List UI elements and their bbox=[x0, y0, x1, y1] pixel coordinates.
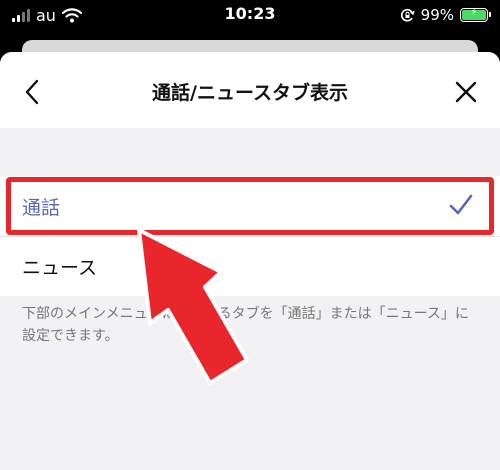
description-text: 下部のメインメニューに表示するタブを「通話」または「ニュース」に設定できます。 bbox=[22, 306, 469, 344]
status-bar: au 10:23 99% ⚡ bbox=[0, 0, 500, 40]
close-icon bbox=[455, 81, 477, 103]
sheet-header: 通話/ニュースタブ表示 bbox=[0, 52, 500, 128]
battery-percent: 99% bbox=[420, 6, 454, 24]
page-title: 通話/ニュースタブ表示 bbox=[152, 82, 348, 104]
settings-sheet: 通話/ニュースタブ表示 通話 ニュース 下部のメインメニューに表示するタブを「通… bbox=[0, 52, 500, 470]
battery-charging-icon: ⚡ bbox=[460, 7, 491, 22]
option-news[interactable]: ニュース bbox=[0, 236, 500, 296]
orientation-lock-icon bbox=[400, 8, 415, 21]
status-right: 99% ⚡ bbox=[400, 4, 491, 26]
option-news-label: ニュース bbox=[22, 257, 98, 279]
highlight-box bbox=[6, 177, 494, 235]
close-button[interactable] bbox=[448, 74, 484, 110]
